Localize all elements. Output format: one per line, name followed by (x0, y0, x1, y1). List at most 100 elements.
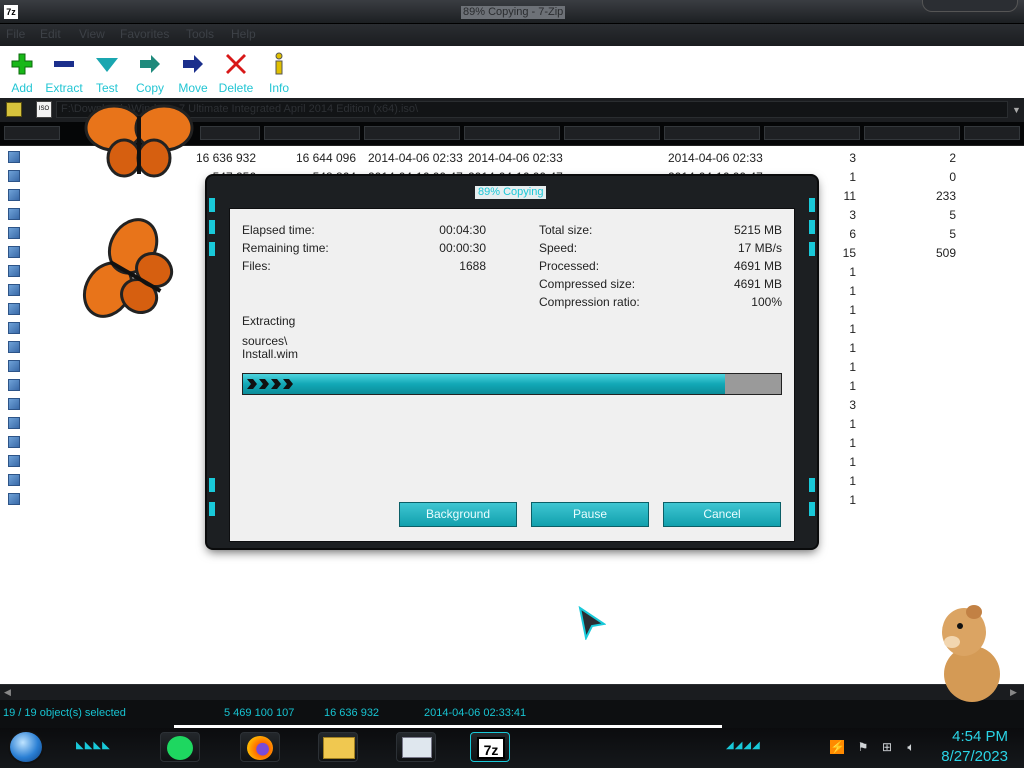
add-button[interactable]: Add (0, 50, 44, 96)
address-input[interactable]: F:\Downloads\Windows 7 Ultimate Integrat… (56, 101, 1008, 118)
dialog-body: Elapsed time: 00:04:30 Remaining time: 0… (229, 208, 795, 542)
background-button[interactable]: Background (399, 502, 517, 527)
cell-folders: 11 (843, 189, 856, 203)
column-header-files[interactable] (864, 126, 960, 140)
clock-time[interactable]: 4:54 PM (940, 728, 1008, 745)
menu-file[interactable]: File (6, 27, 25, 41)
flag-icon[interactable]: ⚑ (856, 740, 870, 754)
pause-button[interactable]: Pause (531, 502, 649, 527)
cell-folders: 6 (849, 227, 856, 241)
file-icon (8, 417, 20, 429)
scroll-right-icon[interactable]: ▶ (1010, 687, 1017, 698)
menu-edit[interactable]: Edit (40, 27, 61, 41)
clock-date[interactable]: 8/27/2023 (930, 748, 1008, 765)
compression-ratio-label: Compression ratio: (539, 295, 640, 309)
cell-folders: 1 (849, 455, 856, 469)
cell-folders: 3 (849, 208, 856, 222)
move-label: Move (178, 81, 208, 95)
cell-folders: 1 (849, 322, 856, 336)
taskbar-app-spotify[interactable] (160, 732, 200, 762)
dialog-led (209, 242, 215, 256)
cell-accessed: 2014-04-06 02:33 (668, 151, 763, 165)
copy-progress-dialog: 89% Copying Elapsed time: 00:04:30 Remai… (207, 176, 817, 548)
cancel-button[interactable]: Cancel (663, 502, 781, 527)
hamster-icon (942, 605, 1000, 702)
volume-icon[interactable]: 🔈︎ (904, 740, 918, 754)
cell-folders: 1 (849, 474, 856, 488)
copy-label: Copy (135, 81, 164, 95)
up-folder-icon[interactable] (6, 102, 22, 117)
taskbar-decoration-left: ◣◣◣◣ (76, 740, 111, 751)
menu-help[interactable]: Help (231, 27, 256, 41)
tray-app-icon[interactable]: ⚡ (830, 740, 845, 754)
menu-view[interactable]: View (79, 27, 105, 41)
cell-files: 5 (949, 227, 956, 241)
info-label: Info (268, 81, 289, 95)
file-icon (8, 379, 20, 391)
column-header-attributes[interactable] (664, 126, 760, 140)
app-icon[interactable]: 7z (4, 5, 18, 19)
cell-folders: 1 (849, 379, 856, 393)
status-bar: 19 / 19 object(s) selected 5 469 100 107… (0, 700, 1024, 728)
file-icon (8, 303, 20, 315)
column-header-modified[interactable] (364, 126, 460, 140)
test-button[interactable]: Test (85, 50, 129, 96)
network-icon[interactable]: ⊞ (880, 740, 894, 754)
cell-files: 509 (935, 246, 956, 260)
taskbar-app-firefox[interactable] (240, 732, 280, 762)
column-header-folders[interactable] (764, 126, 860, 140)
dialog-led (209, 502, 215, 516)
scroll-left-icon[interactable]: ◀ (4, 687, 11, 698)
7zip-icon: 7z (477, 737, 505, 759)
iso-archive-icon: ISO (36, 101, 52, 118)
taskbar-app-monitor[interactable] (396, 732, 436, 762)
move-arrow-icon (183, 55, 203, 73)
file-icon (8, 227, 20, 239)
file-icon (8, 284, 20, 296)
cell-created: 2014-04-06 02:33 (468, 151, 563, 165)
column-header-size[interactable] (200, 126, 260, 140)
column-header-name[interactable] (4, 126, 60, 140)
menu-tools[interactable]: Tools (186, 27, 214, 41)
horizontal-scrollbar[interactable]: ◀ ▶ (0, 684, 1024, 700)
current-dir: sources\ (242, 334, 288, 348)
add-label: Add (11, 81, 33, 95)
progress-bar (242, 373, 782, 395)
delete-label: Delete (218, 81, 254, 95)
dialog-led (209, 478, 215, 492)
compressed-size-label: Compressed size: (539, 277, 636, 291)
taskbar-app-files[interactable] (318, 732, 358, 762)
window-controls[interactable] (922, 0, 1018, 12)
cell-folders: 3 (849, 151, 856, 165)
info-icon (275, 52, 283, 75)
files-label: Files: (242, 259, 271, 273)
cell-folders: 1 (849, 436, 856, 450)
taskbar-decoration-right: ◢◢◢◢ (726, 740, 761, 751)
taskbar-app-7zip[interactable]: 7z (470, 732, 510, 762)
delete-button[interactable]: Delete (214, 50, 258, 96)
plus-icon (11, 53, 33, 75)
processed-label: Processed: (539, 259, 600, 273)
spotify-icon (167, 736, 193, 760)
menu-favorites[interactable]: Favorites (120, 27, 169, 41)
copy-button[interactable]: Copy (128, 50, 172, 96)
info-button[interactable]: Info (257, 50, 301, 96)
progress-chevron-icon (259, 379, 269, 389)
column-header-packed[interactable] (264, 126, 360, 140)
column-header-accessed[interactable] (564, 126, 660, 140)
dialog-led (209, 198, 215, 212)
processed-value: 4691 MB (733, 259, 782, 273)
column-header-extra[interactable] (964, 126, 1020, 140)
compressed-size-value: 4691 MB (733, 277, 782, 291)
column-header-created[interactable] (464, 126, 560, 140)
move-button[interactable]: Move (171, 50, 215, 96)
chevron-down-icon[interactable]: ▼ (1012, 105, 1021, 115)
dialog-led (809, 220, 815, 234)
copy-arrow-icon (140, 55, 160, 73)
status-total-size: 5 469 100 107 (224, 707, 295, 719)
cell-folders: 1 (849, 265, 856, 279)
extract-button[interactable]: Extract (42, 50, 86, 96)
start-button[interactable] (8, 730, 44, 764)
check-icon (96, 58, 118, 72)
cell-files: 233 (935, 189, 956, 203)
